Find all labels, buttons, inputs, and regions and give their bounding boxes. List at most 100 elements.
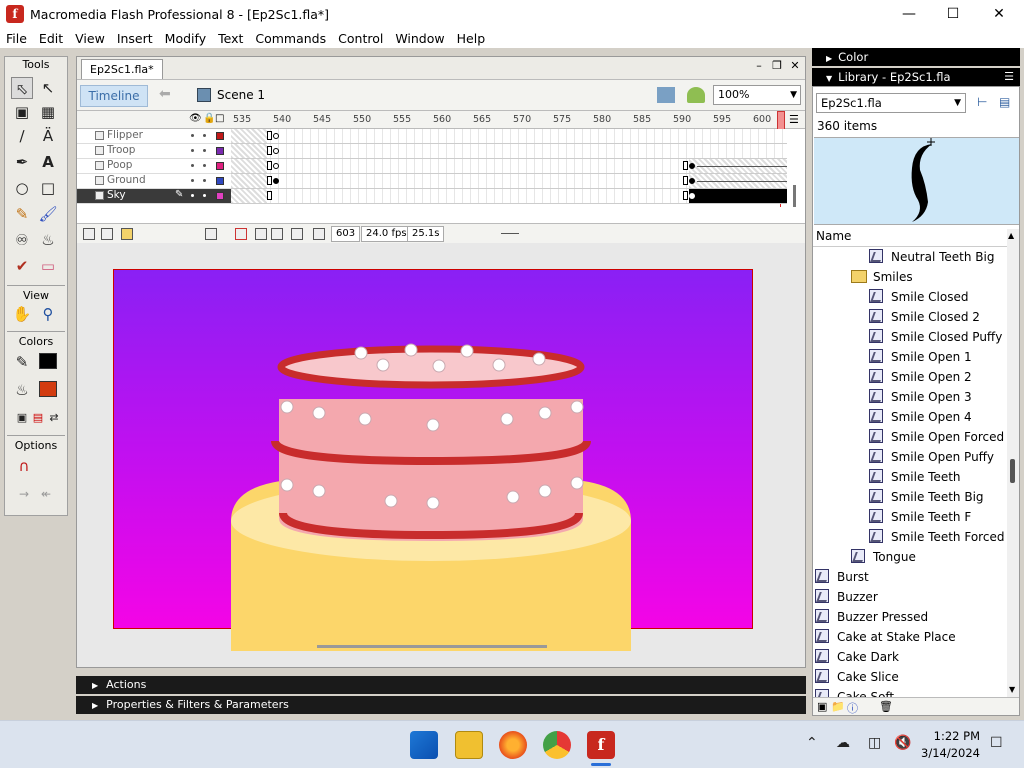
properties-panel-header[interactable]: ▶ Properties & Filters & Parameters [76,696,806,714]
color-panel-header[interactable]: ▶ Color [812,48,1020,66]
file-explorer-icon[interactable] [455,731,483,759]
frame-row[interactable] [231,174,787,189]
timeline-vertical-scrollbar[interactable] [793,185,796,207]
onion-outline-icon[interactable] [271,228,283,240]
visibility-dot[interactable] [191,194,194,197]
list-item[interactable]: Smile Open Forced [869,427,1004,447]
maximize-icon[interactable]: ☐ [930,0,976,28]
menu-view[interactable]: View [69,31,111,46]
visibility-dot[interactable] [191,134,194,137]
list-item[interactable]: Cake Slice [815,667,899,687]
list-item[interactable]: Cake at Stake Place [815,627,956,647]
swap-colors-icon[interactable]: ⇄ [43,407,65,429]
doc-restore-icon[interactable]: ❐ [769,59,785,72]
add-motion-guide-icon[interactable] [101,228,113,240]
text-tool-icon[interactable]: A [37,151,59,173]
rectangle-tool-icon[interactable]: □ [37,177,59,199]
keyframe-end[interactable] [267,161,272,170]
pen-tool-icon[interactable]: ✒ [11,151,33,173]
visibility-dot[interactable] [191,179,194,182]
frame-row[interactable] [231,189,787,204]
modify-onion-markers-icon[interactable] [313,228,325,240]
lasso-tool-icon[interactable]: Ӓ [37,125,59,147]
pencil-tool-icon[interactable]: ✎ [11,203,33,225]
visibility-dot[interactable] [191,164,194,167]
menu-insert[interactable]: Insert [111,31,159,46]
document-tab[interactable]: Ep2Sc1.fla* [81,59,163,79]
library-document-select[interactable]: Ep2Sc1.fla ▼ [816,93,966,113]
keyframe[interactable] [689,178,695,184]
playhead[interactable] [777,111,785,131]
flash-icon[interactable]: f [587,731,615,759]
keyframe[interactable] [273,133,279,139]
elapsed-time-field[interactable]: 25.1s [407,226,445,242]
subselection-tool-icon[interactable]: ↖ [37,77,59,99]
list-item[interactable]: Smile Teeth Big [869,487,984,507]
pin-library-icon[interactable]: ⊢ [977,95,987,109]
layer-color-swatch[interactable] [216,162,224,170]
library-scroll-thumb[interactable] [1010,459,1015,483]
layer-row-poop[interactable]: Poop [77,159,231,174]
keyframe[interactable] [689,163,695,169]
list-item[interactable]: Smile Open 1 [869,347,972,367]
insert-layer-icon[interactable] [83,228,95,240]
library-column-name[interactable]: Name [813,229,1007,247]
straighten-icon[interactable]: ↞ [35,483,57,505]
clock-time[interactable]: 1:22 PM [926,729,980,743]
actions-panel-header[interactable]: ▶ Actions [76,676,806,694]
library-scrollbar[interactable]: ▲ ▼ [1007,229,1019,699]
new-folder-icon[interactable]: 📁 [831,700,845,713]
stage-horizontal-scrollbar[interactable] [317,645,547,648]
list-item[interactable]: Cake Dark [815,647,899,667]
edit-scene-icon[interactable] [687,87,705,103]
notifications-icon[interactable]: ☐ [990,735,1003,751]
layer-row-ground[interactable]: Ground [77,174,231,189]
list-item[interactable]: Smile Open 4 [869,407,972,427]
timeline-toggle-button[interactable]: Timeline [80,85,148,107]
fill-color-swatch[interactable] [39,381,57,397]
chevron-up-icon[interactable]: ⌃ [806,735,818,751]
lock-dot[interactable] [203,164,206,167]
gradient-transform-tool-icon[interactable]: ▦ [37,101,59,123]
properties-icon[interactable]: ⓘ [847,700,858,716]
chrome-icon[interactable] [543,731,571,759]
doc-close-icon[interactable]: ✕ [787,59,803,72]
firefox-icon[interactable] [499,731,527,759]
onion-skin-icon[interactable] [255,228,267,240]
new-library-panel-icon[interactable]: ▤ [999,95,1010,109]
menu-control[interactable]: Control [332,31,389,46]
menu-help[interactable]: Help [451,31,492,46]
lock-dot[interactable] [203,134,206,137]
edit-multiple-frames-icon[interactable] [291,228,303,240]
timeline-menu-icon[interactable]: ☰ [789,113,799,126]
eye-icon[interactable]: 👁 [189,113,202,124]
selected-frames[interactable] [689,189,787,203]
panel-menu-icon[interactable]: ☰ [1004,68,1014,86]
list-item[interactable]: Smile Open 3 [869,387,972,407]
minimize-icon[interactable]: — [886,0,932,28]
line-tool-icon[interactable]: ∕ [11,125,33,147]
ink-bottle-tool-icon[interactable]: ♾ [11,229,33,251]
clock-date[interactable]: 3/14/2024 [920,746,980,760]
layer-color-swatch[interactable] [216,147,224,155]
keyframe-end[interactable] [683,176,688,185]
frame-row[interactable] [231,129,787,144]
menu-edit[interactable]: Edit [33,31,69,46]
keyframe-end[interactable] [267,176,272,185]
list-item[interactable]: Smile Closed Puffy [869,327,1002,347]
volume-muted-icon[interactable]: 🔇 [894,735,911,751]
list-item[interactable]: Neutral Teeth Big [869,247,994,267]
lock-dot[interactable] [203,149,206,152]
menu-text[interactable]: Text [212,31,249,46]
keyframe[interactable] [273,178,279,184]
list-item[interactable]: Smile Open Puffy [869,447,994,467]
oval-tool-icon[interactable]: ○ [11,177,33,199]
delete-layer-icon[interactable] [205,228,217,240]
layer-row-sky[interactable]: Sky ✎ [77,189,231,204]
frame-row[interactable] [231,159,787,174]
delete-icon[interactable]: 🗑 [879,700,893,713]
brush-tool-icon[interactable]: 🖌 [37,203,59,225]
lock-icon[interactable]: 🔒 [203,113,215,124]
layer-row-troop[interactable]: Troop [77,144,231,159]
insert-folder-icon[interactable] [121,228,133,240]
